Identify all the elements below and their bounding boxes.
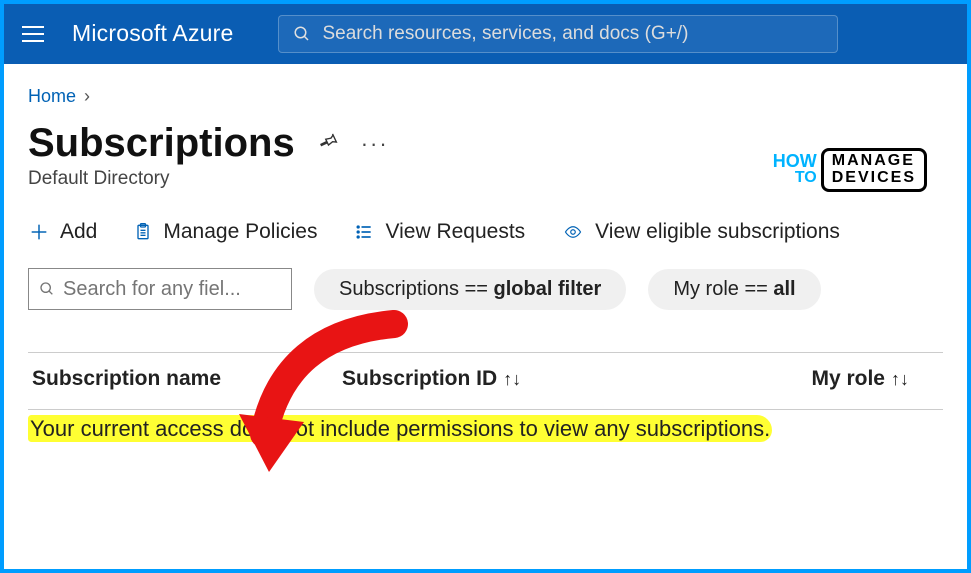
chevron-right-icon: › bbox=[84, 86, 90, 107]
watermark-box: MANAGE DEVICES bbox=[821, 148, 927, 192]
col-name-label: Subscription name bbox=[32, 367, 221, 391]
empty-state-row: Your current access does not include per… bbox=[28, 409, 943, 448]
field-search[interactable]: Search for any fiel... bbox=[28, 268, 292, 310]
global-search-input[interactable] bbox=[323, 23, 823, 45]
filter-pill-subscriptions[interactable]: Subscriptions == global filter bbox=[314, 269, 626, 310]
page-title: Subscriptions bbox=[28, 121, 295, 166]
hamburger-menu-icon[interactable] bbox=[18, 20, 48, 48]
list-icon bbox=[353, 222, 375, 242]
page-content: Home › Subscriptions ··· Default Directo… bbox=[4, 64, 967, 448]
column-subscription-id[interactable]: Subscription ID ↑↓ bbox=[342, 367, 622, 391]
view-eligible-button[interactable]: View eligible subscriptions bbox=[561, 220, 840, 244]
eye-icon bbox=[561, 223, 585, 241]
global-search[interactable] bbox=[278, 15, 838, 53]
sort-icon: ↑↓ bbox=[891, 369, 909, 390]
brand-label: Microsoft Azure bbox=[72, 20, 234, 47]
col-role-label: My role bbox=[811, 367, 885, 391]
view-requests-label: View Requests bbox=[385, 220, 525, 244]
pill-role-label: My role == bbox=[673, 278, 773, 300]
search-icon bbox=[39, 281, 55, 297]
view-eligible-label: View eligible subscriptions bbox=[595, 220, 840, 244]
permission-warning-message: Your current access does not include per… bbox=[28, 415, 772, 442]
breadcrumb: Home › bbox=[28, 86, 943, 107]
column-subscription-name[interactable]: Subscription name bbox=[32, 367, 282, 391]
manage-policies-label: Manage Policies bbox=[163, 220, 317, 244]
search-icon bbox=[293, 25, 311, 43]
column-my-role[interactable]: My role ↑↓ bbox=[811, 367, 909, 391]
pill-role-value: all bbox=[773, 278, 795, 300]
pill-sub-label: Subscriptions == bbox=[339, 278, 494, 300]
watermark: HOW TO MANAGE DEVICES bbox=[773, 148, 927, 192]
sort-icon: ↑↓ bbox=[503, 369, 521, 390]
manage-policies-button[interactable]: Manage Policies bbox=[133, 220, 317, 244]
more-icon[interactable]: ··· bbox=[361, 131, 389, 157]
clipboard-icon bbox=[133, 221, 153, 243]
filter-row: Search for any fiel... Subscriptions == … bbox=[28, 268, 943, 328]
col-id-label: Subscription ID bbox=[342, 367, 497, 391]
plus-icon bbox=[28, 221, 50, 243]
top-bar: Microsoft Azure bbox=[4, 4, 967, 64]
view-requests-button[interactable]: View Requests bbox=[353, 220, 525, 244]
filter-pill-role[interactable]: My role == all bbox=[648, 269, 820, 310]
field-search-placeholder: Search for any fiel... bbox=[63, 278, 241, 301]
watermark-howto: HOW TO bbox=[773, 153, 817, 187]
pill-sub-value: global filter bbox=[494, 278, 602, 300]
table-header: Subscription name Subscription ID ↑↓ My … bbox=[28, 352, 943, 409]
command-bar: Add Manage Policies View Requests View e… bbox=[28, 220, 943, 244]
breadcrumb-home[interactable]: Home bbox=[28, 86, 76, 107]
add-label: Add bbox=[60, 220, 97, 244]
pin-icon[interactable] bbox=[317, 130, 339, 157]
add-button[interactable]: Add bbox=[28, 220, 97, 244]
